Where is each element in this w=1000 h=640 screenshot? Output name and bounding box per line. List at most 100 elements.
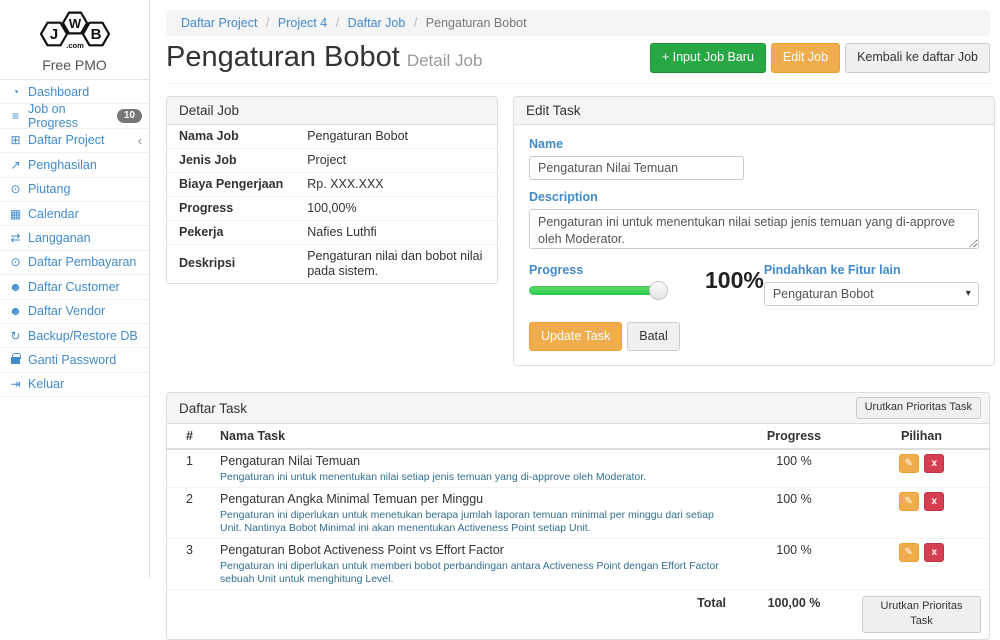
- sidebar-item-backup-restore[interactable]: ↻ Backup/Restore DB: [0, 324, 149, 348]
- breadcrumb-separator: /: [336, 16, 339, 30]
- edit-job-button[interactable]: Edit Job: [771, 43, 840, 73]
- detail-label: Jenis Job: [167, 148, 295, 172]
- update-task-button[interactable]: Update Task: [529, 322, 622, 352]
- table-icon: ⊞: [7, 133, 24, 147]
- sidebar-item-daftar-project[interactable]: ⊞ Daftar Project ‹: [0, 129, 149, 153]
- task-cell: Pengaturan Angka Minimal Temuan per Ming…: [212, 487, 734, 538]
- sidebar-item-job-on-progress[interactable]: ≡ Job on Progress 10: [0, 104, 149, 128]
- sidebar-item-label: Ganti Password: [28, 353, 116, 367]
- job-count-badge: 10: [117, 109, 142, 123]
- table-row: Jenis Job Project: [167, 148, 497, 172]
- sidebar-item-langganan[interactable]: ⇄ Langganan: [0, 226, 149, 250]
- task-description-textarea[interactable]: Pengaturan ini untuk menentukan nilai se…: [529, 209, 979, 249]
- slider-handle[interactable]: [649, 281, 668, 300]
- progress-value: 100%: [705, 267, 764, 294]
- task-progress: 100 %: [734, 487, 854, 538]
- task-description: Pengaturan ini diperlukan untuk memberi …: [220, 560, 726, 586]
- detail-job-panel-title: Detail Job: [167, 97, 497, 125]
- sidebar-item-dashboard[interactable]: ◔ Dashboard: [0, 80, 149, 104]
- task-description: Pengaturan ini untuk menentukan nilai se…: [220, 471, 726, 484]
- sidebar-item-label: Daftar Customer: [28, 280, 120, 294]
- pencil-icon: ✎: [905, 547, 913, 558]
- delete-task-icon-button[interactable]: x: [924, 543, 944, 562]
- sidebar-item-piutang[interactable]: ⊙ Piutang: [0, 178, 149, 202]
- breadcrumb-separator: /: [266, 16, 269, 30]
- page-header: Pengaturan BobotDetail Job + Input Job B…: [166, 42, 990, 84]
- brand-name: Free PMO: [0, 57, 149, 73]
- sidebar-item-daftar-customer[interactable]: ☻ Daftar Customer: [0, 275, 149, 299]
- breadcrumb-project-4[interactable]: Project 4: [278, 16, 327, 30]
- move-feature-select[interactable]: Pengaturan Bobot ▾: [764, 282, 979, 306]
- delete-task-icon-button[interactable]: x: [924, 454, 944, 473]
- breadcrumb-daftar-job[interactable]: Daftar Job: [348, 16, 406, 30]
- table-row: Progress 100,00%: [167, 196, 497, 220]
- task-name: Pengaturan Nilai Temuan: [220, 454, 726, 469]
- logo-dotcom: .com: [66, 41, 84, 50]
- chevron-down-icon: ▾: [966, 288, 971, 299]
- chevron-left-icon: ‹: [138, 133, 142, 148]
- sidebar-item-label: Daftar Project: [28, 133, 104, 147]
- progress-row: Progress 100% Pindahkan ke Fitur lain Pe…: [529, 263, 979, 306]
- sidebar-item-penghasilan[interactable]: ↗ Penghasilan: [0, 153, 149, 177]
- table-row: Deskripsi Pengaturan nilai dan bobot nil…: [167, 244, 497, 283]
- description-wrap: Pengaturan ini untuk menentukan nilai se…: [529, 209, 979, 252]
- sidebar-item-daftar-vendor[interactable]: ☻ Daftar Vendor: [0, 300, 149, 324]
- breadcrumb-daftar-project[interactable]: Daftar Project: [181, 16, 257, 30]
- task-num: 2: [167, 487, 212, 538]
- detail-value: 100,00%: [295, 196, 497, 220]
- progress-slider[interactable]: [529, 286, 659, 295]
- task-name-input[interactable]: [529, 156, 744, 180]
- logo-letter-b: B: [90, 26, 101, 43]
- money-icon: ⊙: [7, 182, 24, 196]
- sort-priority-button-bottom[interactable]: Urutkan Prioritas Task: [862, 596, 981, 633]
- table-row: Pekerja Nafies Luthfi: [167, 220, 497, 244]
- sidebar-item-label: Penghasilan: [28, 158, 97, 172]
- jwb-logo-icon: J W B .com: [33, 7, 117, 51]
- task-actions: ✎ x: [854, 449, 989, 488]
- task-name: Pengaturan Angka Minimal Temuan per Ming…: [220, 492, 726, 507]
- pencil-icon: ✎: [905, 458, 913, 469]
- detail-value: Rp. XXX.XXX: [295, 172, 497, 196]
- detail-value: Project: [295, 148, 497, 172]
- x-icon: x: [931, 458, 937, 469]
- sidebar-item-label: Backup/Restore DB: [28, 329, 138, 343]
- task-cell: Pengaturan Bobot Activeness Point vs Eff…: [212, 538, 734, 589]
- money-icon: ⊙: [7, 255, 24, 269]
- edit-task-icon-button[interactable]: ✎: [899, 543, 919, 562]
- detail-value: Pengaturan nilai dan bobot nilai pada si…: [295, 244, 497, 283]
- table-row: Nama Job Pengaturan Bobot: [167, 125, 497, 149]
- sidebar-item-label: Dashboard: [28, 85, 89, 99]
- sort-priority-button-top[interactable]: Urutkan Prioritas Task: [856, 397, 981, 418]
- calendar-icon: ▦: [7, 207, 24, 221]
- cancel-button[interactable]: Batal: [627, 322, 680, 352]
- sidebar-item-calendar[interactable]: ▦ Calendar: [0, 202, 149, 226]
- edit-task-panel: Edit Task Name Description Pengaturan in…: [513, 96, 995, 367]
- task-table: # Nama Task Progress Pilihan 1 Pengatura…: [167, 424, 989, 639]
- sidebar-item-label: Langganan: [28, 231, 91, 245]
- edit-task-icon-button[interactable]: ✎: [899, 492, 919, 511]
- detail-job-panel: Detail Job Nama Job Pengaturan Bobot Jen…: [166, 96, 498, 284]
- sidebar-item-ganti-password[interactable]: Ganti Password: [0, 348, 149, 372]
- detail-value: Nafies Luthfi: [295, 220, 497, 244]
- edit-task-icon-button[interactable]: ✎: [899, 454, 919, 473]
- task-progress: 100 %: [734, 538, 854, 589]
- progress-label: Progress: [529, 263, 679, 277]
- line-chart-icon: ↗: [7, 158, 24, 172]
- sidebar-item-keluar[interactable]: ⇥ Keluar: [0, 373, 149, 397]
- column-header-num: #: [167, 424, 212, 449]
- description-label: Description: [529, 190, 979, 204]
- x-icon: x: [931, 496, 937, 507]
- back-to-job-list-button[interactable]: Kembali ke daftar Job: [845, 43, 990, 73]
- resize-grip-icon[interactable]: [968, 239, 976, 247]
- main-content: Daftar Project / Project 4 / Daftar Job …: [151, 0, 1000, 578]
- input-job-baru-button[interactable]: + Input Job Baru: [650, 43, 766, 73]
- sidebar-item-daftar-pembayaran[interactable]: ⊙ Daftar Pembayaran: [0, 251, 149, 275]
- breadcrumb-current: Pengaturan Bobot: [426, 16, 527, 30]
- task-num: 3: [167, 538, 212, 589]
- delete-task-icon-button[interactable]: x: [924, 492, 944, 511]
- sidebar-item-label: Calendar: [28, 207, 79, 221]
- table-row: 2 Pengaturan Angka Minimal Temuan per Mi…: [167, 487, 989, 538]
- x-icon: x: [931, 547, 937, 558]
- total-label: Total: [212, 589, 734, 638]
- move-feature-label: Pindahkan ke Fitur lain: [764, 263, 979, 277]
